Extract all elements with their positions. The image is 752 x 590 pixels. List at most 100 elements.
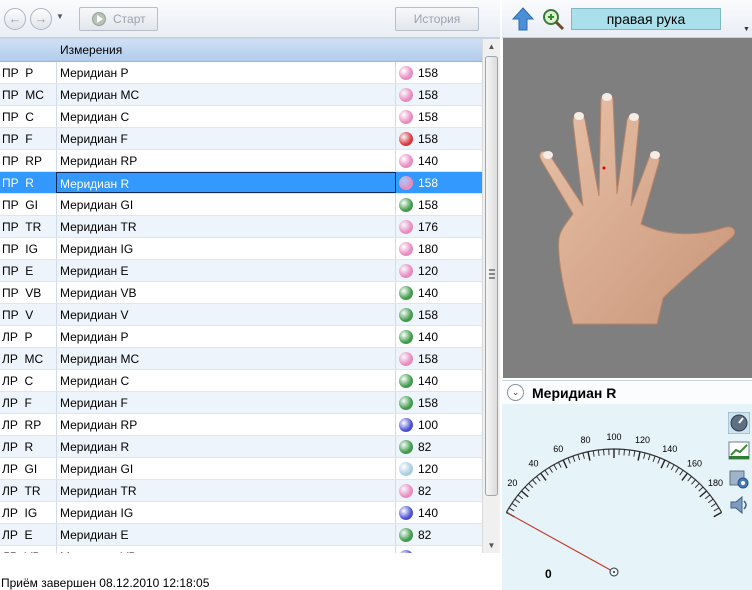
scroll-up-icon[interactable]: ▲: [483, 39, 500, 55]
gauge-icon[interactable]: [728, 412, 750, 434]
table-row[interactable]: ПР TR Меридиан TR 176: [0, 216, 482, 238]
table-row[interactable]: ПР C Меридиан C 158: [0, 106, 482, 128]
row-name: Меридиан F: [56, 392, 396, 413]
gauge-tick: [637, 451, 641, 461]
back-arrow-icon[interactable]: ←: [4, 8, 26, 30]
table-row[interactable]: ЛР RP Меридиан RP 100: [0, 414, 482, 436]
table-row[interactable]: ЛР IG Меридиан IG 140: [0, 502, 482, 524]
table-row[interactable]: ПР IG Меридиан IG 180: [0, 238, 482, 260]
row-code: ПР MC: [2, 88, 44, 102]
table-row[interactable]: ПР F Меридиан F 158: [0, 128, 482, 150]
gauge-tick: [582, 452, 585, 459]
table-row[interactable]: ПР R Меридиан R 158: [0, 172, 482, 194]
row-code: ПР C: [2, 110, 34, 124]
row-code: ПР R: [2, 176, 34, 190]
view-toolbar: правая рука ▼: [502, 0, 752, 38]
status-dot-icon: [399, 308, 413, 322]
status-dot-icon: [399, 374, 413, 388]
gauge-tick: [508, 507, 515, 512]
table-row[interactable]: ЛР VBМеридиан VB: [0, 546, 482, 553]
column-header-measurements[interactable]: Измерения: [60, 43, 122, 57]
row-name: Меридиан R: [56, 172, 396, 193]
table-row[interactable]: ПР V Меридиан V 158: [0, 304, 482, 326]
gauge-dial: 020406080100120140160180200: [505, 432, 723, 577]
gauge-tick: [528, 483, 534, 489]
gauge-tick: [708, 498, 714, 504]
speaker-icon[interactable]: [728, 494, 750, 516]
row-value: 158: [418, 352, 439, 366]
table-row[interactable]: ЛР R Меридиан R 82: [0, 436, 482, 458]
up-arrow-icon[interactable]: [512, 7, 534, 31]
row-code: ЛР P: [2, 330, 33, 344]
measurements-table: Измерения ПР P Меридиан P 158 ПР MC Меридиан…: [0, 38, 500, 553]
row-value: 158: [418, 110, 439, 124]
row-name: Меридиан E: [56, 524, 396, 545]
table-row[interactable]: ЛР F Меридиан F 158: [0, 392, 482, 414]
main-toolbar: ← → ▼ Старт История: [0, 0, 500, 38]
history-button[interactable]: История: [395, 7, 479, 31]
row-value: 158: [418, 198, 439, 212]
row-value: 82: [418, 440, 432, 454]
gauge-tick: [675, 467, 680, 473]
row-name: Меридиан IG: [56, 238, 396, 259]
gauge-tick: [572, 455, 576, 462]
gauge-tick: [592, 450, 595, 457]
chart-icon[interactable]: [728, 440, 750, 462]
gauge-tick: [544, 469, 549, 476]
table-row[interactable]: ЛР P Меридиан P 140: [0, 326, 482, 348]
zoom-icon[interactable]: [541, 7, 565, 31]
gauge-tick: [524, 486, 530, 492]
status-dot-icon: [399, 462, 413, 476]
row-value: 140: [418, 330, 439, 344]
row-name: Меридиан TR: [56, 216, 396, 237]
table-row[interactable]: ПР VB Меридиан VB 140: [0, 282, 482, 304]
chevron-down-icon[interactable]: ⌄: [507, 384, 524, 401]
gauge-tick: [567, 457, 571, 464]
table-row[interactable]: ЛР TR Меридиан TR 82: [0, 480, 482, 502]
table-row[interactable]: ПР GI Меридиан GI 158: [0, 194, 482, 216]
row-value: 180: [418, 242, 439, 256]
gauge-tick: [694, 483, 700, 489]
start-button[interactable]: Старт: [79, 7, 158, 31]
gauge-panel: 020406080100120140160180200 0: [502, 404, 752, 590]
nav-dropdown-icon[interactable]: ▼: [56, 12, 64, 21]
row-code: ПР TR: [2, 220, 42, 234]
row-value: 140: [418, 374, 439, 388]
row-code: ЛР VB: [2, 550, 56, 553]
row-code: ЛР MC: [2, 352, 44, 366]
table-row[interactable]: ПР P Меридиан P 158: [0, 62, 482, 84]
hand-3d-view[interactable]: [503, 38, 752, 378]
row-name: Меридиан GI: [56, 458, 396, 479]
gauge-tick: [687, 476, 692, 482]
status-dot-icon: [399, 396, 413, 410]
forward-arrow-icon[interactable]: →: [30, 8, 52, 30]
hand-selector-label[interactable]: правая рука: [571, 8, 721, 30]
row-code: ЛР C: [2, 374, 34, 388]
row-name: Меридиан MC: [56, 84, 396, 105]
gauge-readout: 0: [545, 567, 552, 581]
row-name: Меридиан F: [56, 128, 396, 149]
table-row[interactable]: ЛР MC Меридиан MC 158: [0, 348, 482, 370]
scrollbar-thumb[interactable]: [485, 56, 498, 496]
table-row[interactable]: ПР RP Меридиан RP 140: [0, 150, 482, 172]
gauge-tick: [562, 459, 568, 469]
panel-dropdown-icon[interactable]: ▼: [743, 26, 750, 33]
table-row[interactable]: ЛР E Меридиан E 82: [0, 524, 482, 546]
scroll-down-icon[interactable]: ▼: [483, 538, 500, 553]
gauge-tick: [633, 450, 636, 457]
row-value: 158: [418, 308, 439, 322]
table-row[interactable]: ЛР GI Меридиан GI 120: [0, 458, 482, 480]
row-value: 158: [418, 176, 439, 190]
gauge-tick: [691, 479, 696, 485]
settings-icon[interactable]: [728, 468, 750, 490]
gauge-tick: [699, 490, 708, 498]
row-code: ПР E: [2, 264, 34, 278]
row-value: 140: [418, 154, 439, 168]
table-row[interactable]: ЛР C Меридиан C 140: [0, 370, 482, 392]
row-value: 120: [418, 264, 439, 278]
table-row[interactable]: ПР MC Меридиан MC 158: [0, 84, 482, 106]
gauge-tick: [698, 486, 704, 492]
table-row[interactable]: ПР E Меридиан E 120: [0, 260, 482, 282]
grip-icon: [489, 269, 495, 279]
vertical-scrollbar[interactable]: ▲ ▼: [482, 39, 500, 553]
